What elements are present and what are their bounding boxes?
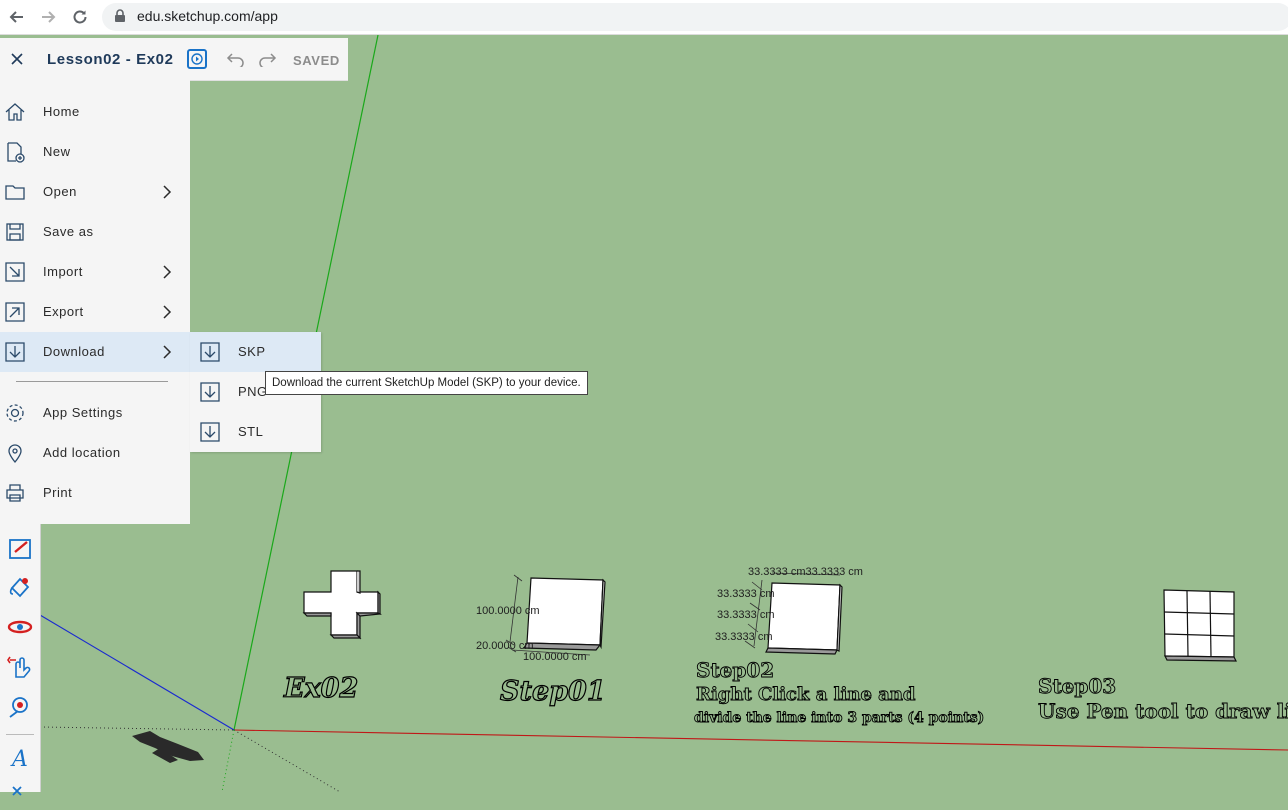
submenu-item-skp[interactable]: SKP [190,332,321,372]
step02-line2: divide the line into 3 parts (4 points) [694,710,985,727]
menu-item-home[interactable]: Home [0,92,190,132]
svg-text:A: A [10,747,28,770]
lock-icon [114,9,126,28]
menu-item-print[interactable]: Print [0,473,190,513]
menu-item-download[interactable]: Download [0,332,190,372]
menu-item-export[interactable]: Export [0,292,190,332]
step03-line1: Use Pen tool to draw lines [1038,699,1288,724]
download-icon [199,341,221,363]
menu-item-add-location[interactable]: Add location [0,433,190,473]
offset-tool-icon[interactable] [7,536,33,562]
menu-item-label: Add location [43,445,121,460]
menu-item-import[interactable]: Import [0,252,190,292]
redo-icon[interactable] [257,51,277,72]
chevron-right-icon [162,345,172,364]
download-skp-tooltip: Download the current SketchUp Model (SKP… [265,371,588,395]
url-text: edu.sketchup.com/app [137,8,278,24]
step01-dim-bottom: 100.0000 cm [523,651,587,663]
export-icon [4,301,26,323]
chevron-right-icon [162,305,172,324]
app-header: Lesson02 - Ex02 SAVED [0,38,348,81]
menu-item-label: Save as [43,224,94,239]
step01-dim-width: 100.0000 cm [476,605,540,617]
menu-item-label: Export [43,304,84,319]
step01-label: Step01 [499,675,606,707]
pan-hand-icon[interactable] [7,654,33,680]
left-toolbar: A [0,524,41,796]
document-title[interactable]: Lesson02 - Ex02 [47,51,174,68]
address-bar[interactable] [102,3,1288,31]
step02-dim-3: 33.3333 cm [715,631,773,643]
browser-toolbar: edu.sketchup.com/app [0,0,1288,35]
position-camera-icon[interactable] [7,694,33,720]
menu-item-label: Print [43,485,73,500]
import-icon [4,261,26,283]
menu-item-label: App Settings [43,405,123,420]
download-icon [4,341,26,363]
close-icon[interactable] [8,50,26,68]
text-tool-icon[interactable]: A [7,744,33,772]
menu-item-label: Download [43,344,105,359]
printer-icon [4,482,26,504]
submenu-item-label: SKP [238,344,266,359]
paint-bucket-icon[interactable] [7,574,33,600]
step02-line1: Right Click a line and [696,684,916,706]
step02-title: Step02 [696,658,775,683]
step02-dim-2: 33.3333 cm [717,609,775,621]
axes-tool-icon[interactable] [7,779,33,805]
back-arrow-icon[interactable] [6,6,28,28]
chevron-right-icon [162,185,172,204]
main-menu: Home New Open Save as Import Export Down… [0,80,190,524]
save-status: SAVED [293,53,340,68]
menu-item-label: Open [43,184,77,199]
download-icon [199,421,221,443]
undo-icon[interactable] [226,51,246,72]
menu-item-save-as[interactable]: Save as [0,212,190,252]
menu-item-label: Import [43,264,83,279]
gear-icon [4,402,26,424]
menu-divider [16,381,168,382]
submenu-item-stl[interactable]: STL [190,412,321,452]
toolbar-divider [6,734,34,735]
location-pin-icon [4,442,26,464]
step03-title: Step03 [1038,674,1117,699]
orbit-tool-icon[interactable] [7,614,33,640]
ex02-label: Ex02 [283,672,359,704]
submenu-item-label: PNG [238,384,268,399]
reload-icon[interactable] [69,6,91,28]
submenu-item-label: STL [238,424,264,439]
folder-icon [4,181,26,203]
menu-item-new[interactable]: New [0,132,190,172]
forward-arrow-icon[interactable] [37,6,59,28]
menu-item-label: New [43,144,71,159]
menu-item-app-settings[interactable]: App Settings [0,393,190,433]
save-icon [4,221,26,243]
new-file-icon [4,141,26,163]
chevron-right-icon [162,265,172,284]
home-icon [4,101,26,123]
menu-item-label: Home [43,104,80,119]
step02-dim-1: 33.3333 cm [717,588,775,600]
menu-item-open[interactable]: Open [0,172,190,212]
play-icon[interactable] [187,49,207,69]
step02-dim-top: 33.3333 cm33.3333 cm [748,566,863,578]
download-icon [199,381,221,403]
